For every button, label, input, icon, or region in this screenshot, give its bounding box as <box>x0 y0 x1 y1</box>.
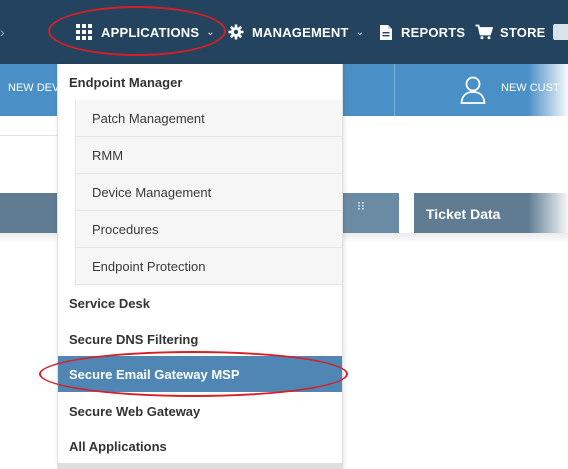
chevron-down-icon: ⌄ <box>206 26 215 38</box>
menu-item-service-desk[interactable]: Service Desk <box>58 285 342 321</box>
user-icon <box>460 76 486 109</box>
nav-management-label: MANAGEMENT <box>252 24 349 40</box>
menu-item-secure-email-gateway-msp[interactable]: Secure Email Gateway MSP <box>58 356 342 392</box>
menu-item-procedures[interactable]: Procedures <box>75 211 342 248</box>
subbar-divider <box>394 64 395 116</box>
nav-left-edge-icon: › <box>0 24 5 40</box>
menu-item-all-applications[interactable]: All Applications <box>58 429 342 463</box>
grid-icon <box>76 24 92 40</box>
ticket-data-title: Ticket Data <box>426 206 501 222</box>
separator-line <box>0 135 60 136</box>
document-icon <box>379 24 393 41</box>
menu-bottom-edge <box>58 463 342 469</box>
menu-item-rmm[interactable]: RMM <box>75 137 342 174</box>
nav-applications[interactable]: APPLICATIONS ⌄ <box>76 0 215 64</box>
gear-icon <box>228 24 244 40</box>
panel-header-grip[interactable] <box>343 193 399 233</box>
grip-icon[interactable]: ⁝⁝ <box>356 200 366 212</box>
nav-applications-label: APPLICATIONS <box>101 24 200 40</box>
menu-item-secure-web-gateway[interactable]: Secure Web Gateway <box>58 393 342 429</box>
menu-item-secure-dns-filtering[interactable]: Secure DNS Filtering <box>58 321 342 357</box>
nav-next-item[interactable] <box>553 24 568 40</box>
menu-item-patch-management[interactable]: Patch Management <box>75 100 342 137</box>
nav-store[interactable]: STORE <box>475 0 546 64</box>
menu-item-device-management[interactable]: Device Management <box>75 174 342 211</box>
applications-dropdown-menu: Endpoint Manager Patch Management RMM De… <box>57 64 343 469</box>
menu-item-endpoint-protection[interactable]: Endpoint Protection <box>75 248 342 285</box>
nav-management[interactable]: MANAGEMENT ⌄ <box>228 0 364 64</box>
new-device-button[interactable]: NEW DEV <box>8 82 59 94</box>
cart-icon <box>475 24 493 40</box>
nav-store-label: STORE <box>500 24 546 40</box>
subbar-fade <box>528 64 568 116</box>
nav-reports-label: REPORTS <box>401 24 466 40</box>
nav-reports[interactable]: REPORTS <box>379 0 465 64</box>
top-navigation-bar: › APPLICATIONS ⌄ MANAGEMENT ⌄ REPORTS ST… <box>0 0 568 64</box>
panel-header-fade <box>528 193 568 233</box>
panel-header-left <box>0 193 57 233</box>
menu-group-endpoint-manager[interactable]: Endpoint Manager <box>58 64 342 100</box>
chevron-down-icon: ⌄ <box>355 26 365 38</box>
